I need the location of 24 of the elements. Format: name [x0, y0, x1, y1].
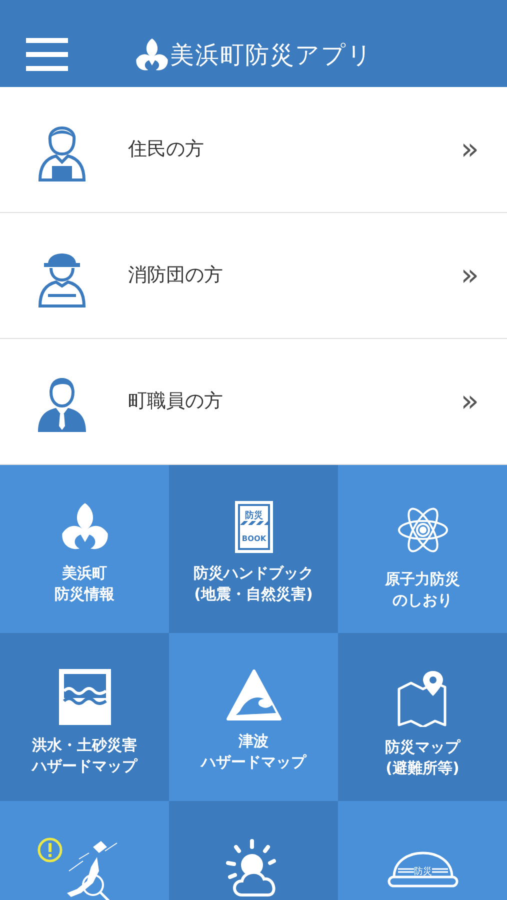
map-pin-icon: [396, 669, 448, 727]
tile-label: 美浜町 防災情報: [54, 563, 114, 605]
menu-label: 消防団の方: [128, 263, 224, 288]
tile-label: 防災ハンドブック (地震・自然災害): [194, 563, 314, 605]
menu-label: 住民の方: [128, 137, 205, 162]
menu-tile[interactable]: 防災マップ (避難所等): [338, 633, 507, 801]
tile-label: 洪水・土砂災害 ハザードマップ: [32, 735, 137, 777]
menu-tile[interactable]: 防災: [338, 801, 507, 900]
chevron-icon: »: [460, 386, 479, 416]
tile-label: 津波 ハザードマップ: [201, 731, 306, 773]
tile-label: 防災マップ (避難所等): [385, 737, 460, 779]
flood-icon: [58, 669, 110, 725]
tile-label: 原子力防災 のしおり: [385, 569, 460, 611]
menu-tile[interactable]: 美浜町 防災情報: [0, 465, 169, 633]
menu-tile[interactable]: 洪水・土砂災害 ハザードマップ: [0, 633, 169, 801]
tsunami-icon: [226, 669, 282, 721]
menu-tile[interactable]: 津波 ハザードマップ: [169, 633, 338, 801]
app-title: 美浜町防災アプリ: [170, 40, 373, 70]
menu-label: 町職員の方: [128, 389, 224, 414]
menu-tile[interactable]: 原子力防災 のしおり: [338, 465, 507, 633]
chevron-icon: »: [460, 260, 479, 290]
emblem-icon: [134, 36, 170, 72]
menu-button[interactable]: [26, 38, 68, 72]
chevron-icon: »: [460, 134, 479, 164]
